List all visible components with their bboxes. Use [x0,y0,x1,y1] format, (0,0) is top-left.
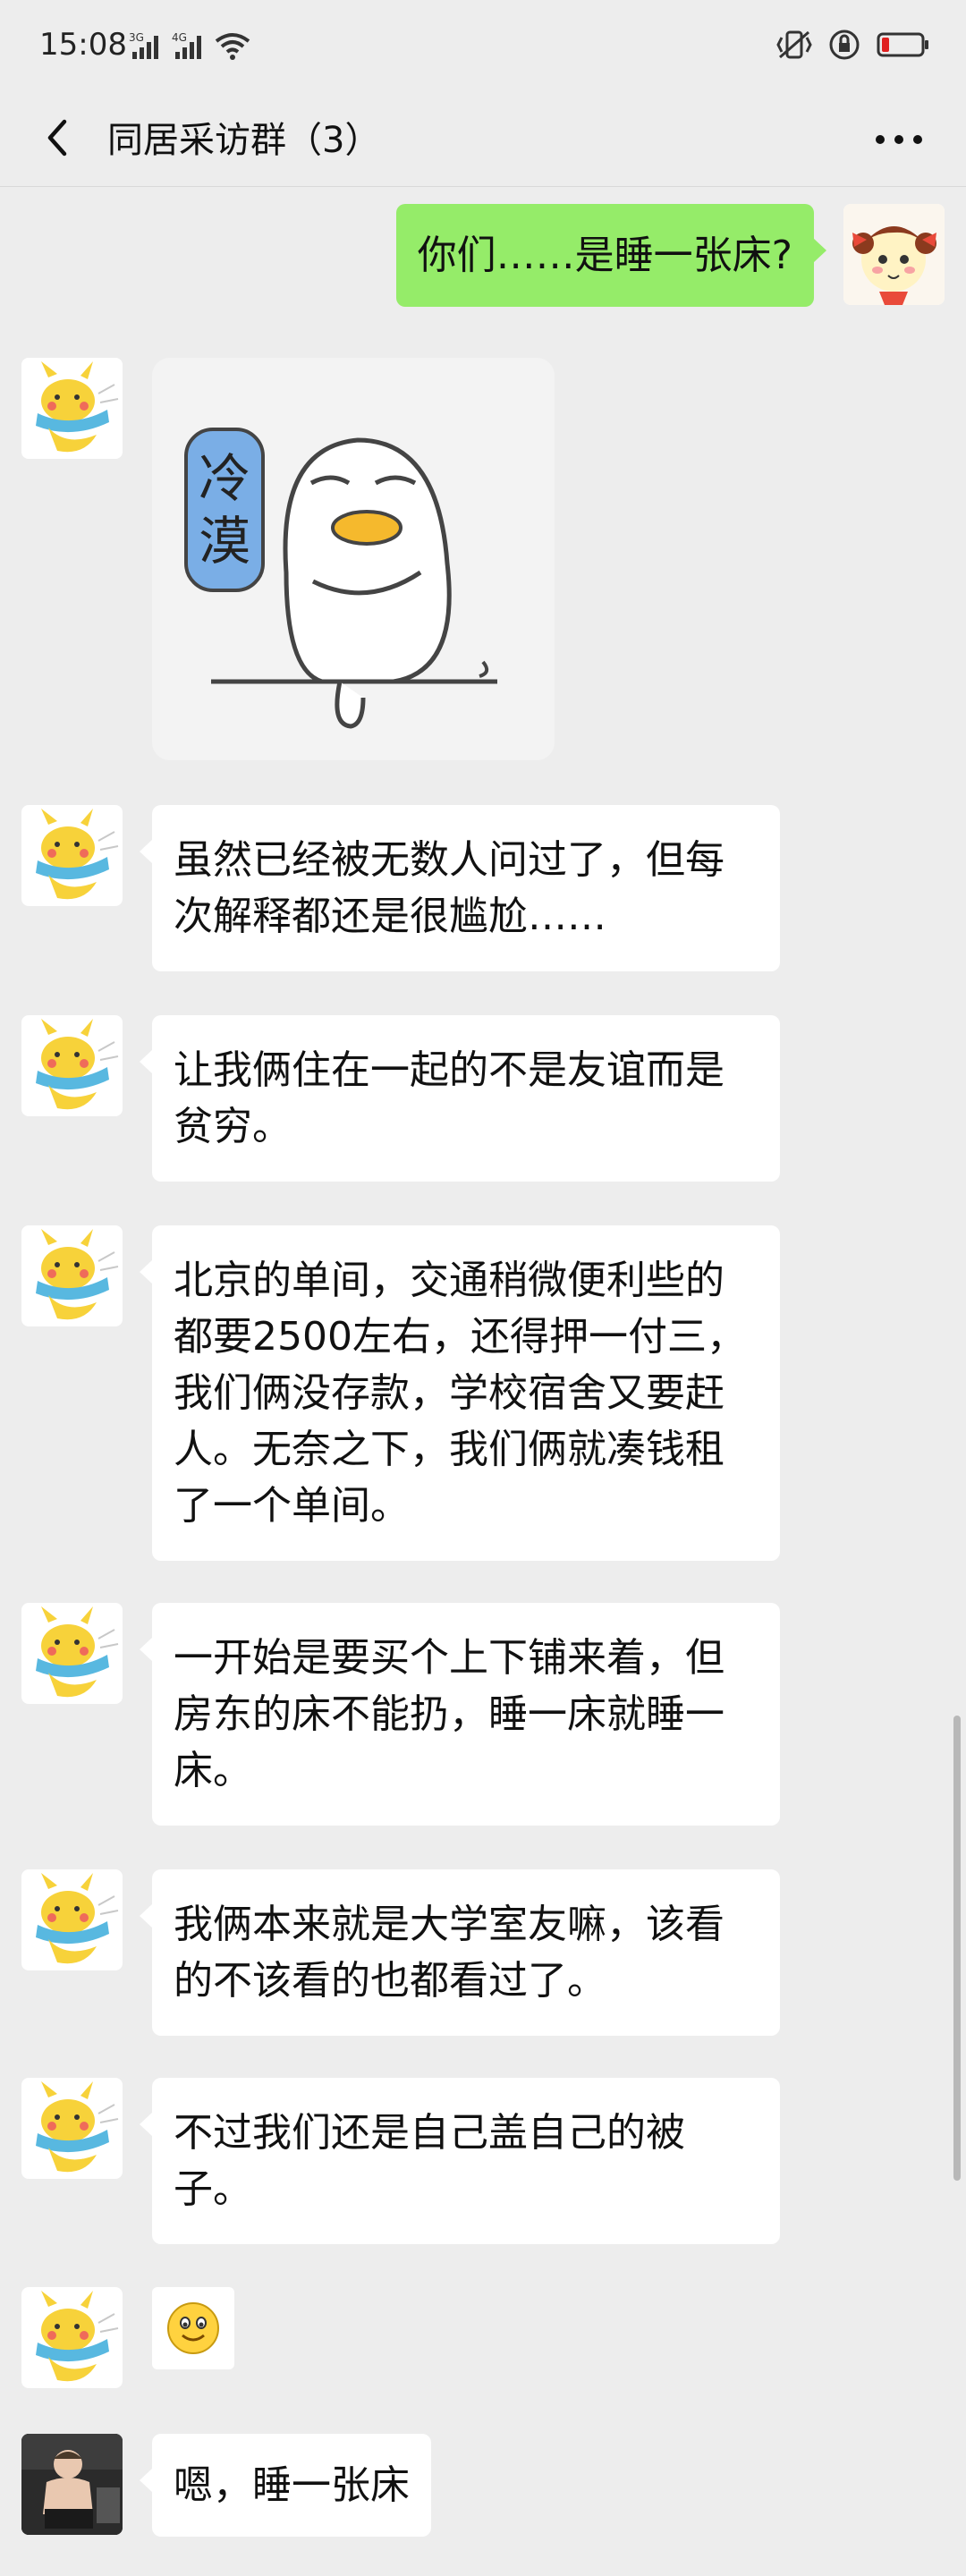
girl-avatar-icon [843,204,945,305]
message-text: 虽然已经被无数人问过了，但每次解释都还是很尴尬…… [174,837,724,939]
message-text: 不过我们还是自己盖自己的被子。 [174,2110,685,2212]
message-text: 我俩本来就是大学室友嘛，该看的不该看的也都看过了。 [174,1902,724,2004]
pikachu-avatar-icon [21,2287,123,2388]
signal2-label: 4G [172,31,187,44]
signal-4g-icon: 4G [172,31,201,59]
pikachu-avatar-icon [21,1603,123,1704]
status-right [776,29,930,61]
message-bubble[interactable]: 一开始是要买个上下铺来着，但房东的床不能扔，睡一床就睡一床。 [140,1603,780,1826]
duck-sticker-icon: 冷 漠 [184,428,497,729]
avatar-pikachu[interactable] [21,2078,123,2179]
vibrate-icon [776,30,812,59]
message-text: 北京的单间，交通稍微便利些的都要2500左右，还得押一付三，我们俩没存款，学校宿… [174,1258,746,1529]
nav-bar: 同居采访群（3） [0,89,966,187]
message-bubble[interactable]: 我俩本来就是大学室友嘛，该看的不该看的也都看过了。 [140,1869,780,2036]
avatar-self[interactable] [843,204,945,305]
pikachu-avatar-icon [21,2078,123,2179]
pikachu-avatar-icon [21,1869,123,1970]
avatar-boy[interactable] [21,2434,123,2535]
avatar-pikachu[interactable] [21,1603,123,1704]
scrollbar[interactable] [953,1716,961,2181]
pikachu-avatar-icon [21,1015,123,1116]
emoji-message[interactable] [152,2287,234,2369]
battery-icon [877,32,928,57]
message-text: 嗯，睡一张床 [174,2462,410,2508]
message-bubble[interactable]: 北京的单间，交通稍微便利些的都要2500左右，还得押一付三，我们俩没存款，学校宿… [140,1225,780,1561]
avatar-pikachu[interactable] [21,1015,123,1116]
lock-rotation-icon [829,30,860,60]
pikachu-avatar-icon [21,1225,123,1326]
avatar-pikachu[interactable] [21,1225,123,1326]
pikachu-avatar-icon [21,358,123,459]
smile-emoji-icon [167,2302,219,2354]
status-bar: 15:08 3G 4G [0,0,966,89]
avatar-pikachu[interactable] [21,1869,123,1970]
message-text: 你们……是睡一张床? [417,233,792,278]
boy-photo-avatar-icon [21,2434,123,2535]
message-text: 让我俩住在一起的不是友谊而是贫穷。 [174,1047,724,1149]
chat-title: 同居采访群（3） [107,120,381,161]
message-text: 一开始是要买个上下铺来着，但房东的床不能扔，睡一床就睡一床。 [174,1635,724,1793]
wifi-icon [215,33,250,60]
signal1-label: 3G [129,31,144,44]
message-bubble[interactable]: 不过我们还是自己盖自己的被子。 [140,2078,780,2244]
message-bubble[interactable]: 虽然已经被无数人问过了，但每次解释都还是很尴尬…… [140,805,780,971]
sticker-text-1: 冷 [199,448,250,509]
avatar-pikachu[interactable] [21,358,123,459]
pikachu-avatar-icon [21,805,123,906]
back-arrow-icon[interactable] [36,109,77,166]
sticker-text-2: 漠 [199,511,250,572]
message-bubble[interactable]: 让我俩住在一起的不是友谊而是贫穷。 [140,1015,780,1182]
signal-3g-icon: 3G [129,31,158,59]
avatar-pikachu[interactable] [21,2287,123,2388]
status-time: 15:08 [39,27,127,63]
message-bubble[interactable]: 嗯，睡一张床 [140,2434,431,2537]
message-bubble[interactable]: 你们……是睡一张床? [395,204,827,307]
more-options-icon[interactable] [868,113,930,166]
avatar-pikachu[interactable] [21,805,123,906]
sticker-duck[interactable]: 冷 漠 [152,358,555,760]
